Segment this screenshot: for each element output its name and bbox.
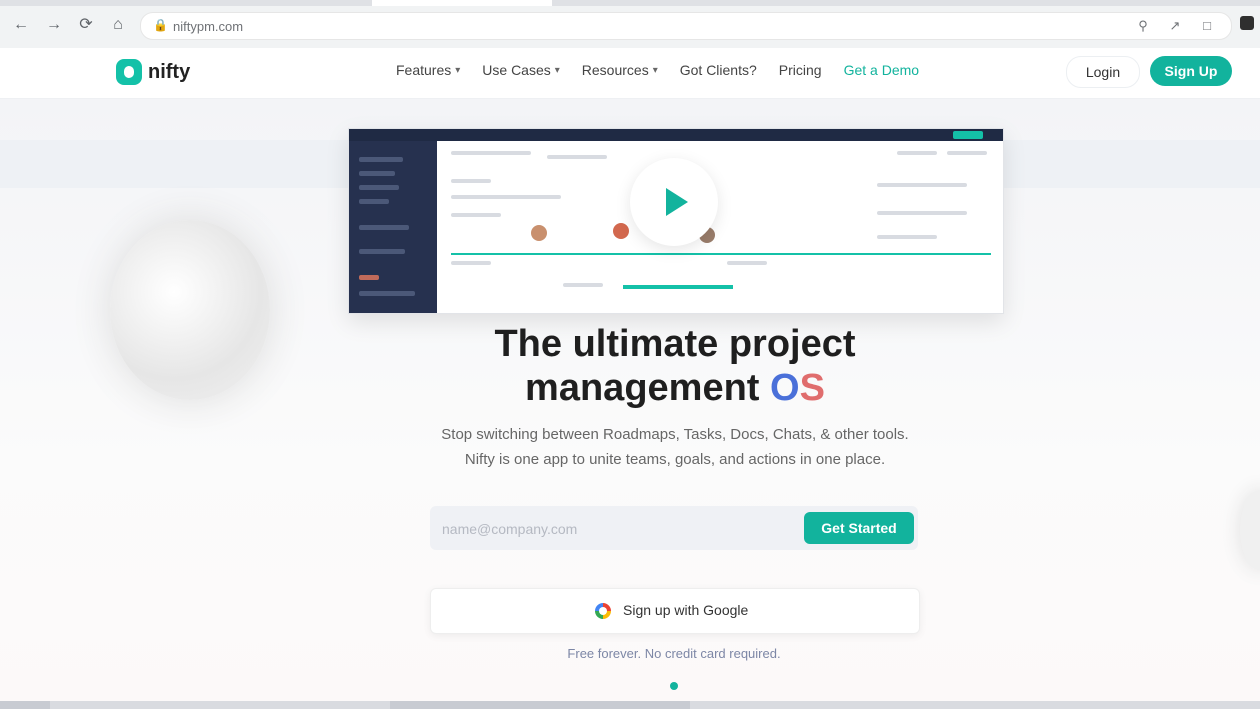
video-app-sidebar <box>349 141 437 313</box>
video-sidebar-line <box>359 291 415 296</box>
play-icon[interactable] <box>630 158 718 246</box>
signup-button[interactable]: Sign Up <box>1150 56 1232 86</box>
bottom-taskbar <box>0 701 1260 709</box>
video-content-line <box>563 283 603 287</box>
hero-subtitle: Stop switching between Roadmaps, Tasks, … <box>380 422 970 472</box>
video-app-topbar <box>349 129 1003 141</box>
forward-icon[interactable]: → <box>43 14 65 36</box>
video-content-line <box>547 155 607 159</box>
nav-resources[interactable]: Resources ▾ <box>582 62 658 78</box>
nav-get-a-demo-label: Get a Demo <box>843 62 920 78</box>
taskbar-segment <box>0 701 50 709</box>
hero-headline: The ultimate project management OS <box>330 322 1020 410</box>
nav-features[interactable]: Features ▾ <box>396 62 460 78</box>
video-content-line <box>947 151 987 155</box>
hero-headline-word: management <box>525 367 760 409</box>
video-content-line <box>877 235 937 239</box>
google-signup-label: Sign up with Google <box>623 602 749 618</box>
video-avatar <box>531 225 547 241</box>
nav-use-cases-label: Use Cases <box>482 62 551 78</box>
video-content-line <box>877 183 967 187</box>
nav-got-clients[interactable]: Got Clients? <box>680 62 757 78</box>
address-url[interactable]: niftypm.com <box>173 19 243 34</box>
video-highlight <box>623 285 733 289</box>
browser-toolbar: ← → ⟳ ⌂ 🔒 niftypm.com ⚲ ↗ □ <box>0 0 1260 49</box>
video-content-line <box>877 211 967 215</box>
decorative-orb <box>110 220 270 400</box>
video-content-line <box>451 151 531 155</box>
nav-pricing-label: Pricing <box>778 62 822 78</box>
lock-icon: 🔒 <box>153 18 168 32</box>
extension-icon[interactable]: □ <box>1199 18 1215 34</box>
address-bar[interactable]: 🔒 niftypm.com ⚲ ↗ □ <box>140 12 1232 40</box>
reload-icon[interactable]: ⟳ <box>75 14 97 36</box>
hero-headline-os-s: S <box>799 367 825 409</box>
video-sidebar-line <box>359 199 389 204</box>
hero-headline-line2: management OS <box>330 366 1020 410</box>
nav-got-clients-label: Got Clients? <box>679 62 757 78</box>
nav-get-a-demo[interactable]: Get a Demo <box>844 62 919 78</box>
video-sidebar-line <box>359 185 399 190</box>
video-sidebar-line <box>359 275 379 280</box>
login-button[interactable]: Login <box>1066 56 1140 88</box>
nav-use-cases[interactable]: Use Cases ▾ <box>482 62 560 78</box>
video-sidebar-line <box>359 225 409 230</box>
scroll-indicator-dot[interactable] <box>670 682 678 690</box>
hero-subtitle-line1: Stop switching between Roadmaps, Tasks, … <box>441 426 909 443</box>
video-app-content <box>437 141 1003 313</box>
google-signup-button[interactable]: Sign up with Google <box>430 588 920 634</box>
nav-resources-label: Resources <box>581 62 649 78</box>
video-sidebar-line <box>359 157 403 162</box>
profile-icon[interactable] <box>1240 16 1254 30</box>
nav-features-label: Features <box>396 62 452 78</box>
site-header: nifty Features ▾ Use Cases ▾ Resources ▾… <box>0 48 1260 99</box>
nav-pricing[interactable]: Pricing <box>779 62 822 78</box>
logo-icon <box>116 59 142 85</box>
video-content-line <box>451 261 491 265</box>
chevron-down-icon: ▾ <box>652 64 658 76</box>
share-icon[interactable]: ↗ <box>1167 18 1183 34</box>
back-icon[interactable]: ← <box>10 14 32 36</box>
video-badge <box>953 131 983 139</box>
get-started-button[interactable]: Get Started <box>804 512 914 544</box>
video-progress-line <box>451 253 991 255</box>
tab-strip <box>0 0 1260 6</box>
hero-subtitle-line2: Nifty is one app to unite teams, goals, … <box>464 451 886 468</box>
main-nav: Features ▾ Use Cases ▾ Resources ▾ Got C… <box>396 62 919 78</box>
logo[interactable]: nifty <box>116 57 190 87</box>
chevron-down-icon: ▾ <box>554 64 560 76</box>
free-forever-note: Free forever. No credit card required. <box>567 646 781 661</box>
google-icon <box>595 603 611 619</box>
video-content-line <box>897 151 937 155</box>
hero-headline-line1: The ultimate project <box>494 323 856 365</box>
hero-headline-os-o: O <box>770 367 800 409</box>
video-sidebar-line <box>359 249 405 254</box>
video-sidebar-line <box>359 171 395 176</box>
home-icon[interactable]: ⌂ <box>107 14 129 36</box>
video-content-line <box>727 261 767 265</box>
taskbar-segment <box>390 701 690 709</box>
tab-active[interactable] <box>372 0 552 6</box>
video-avatar <box>613 223 629 239</box>
video-content-line <box>451 195 561 199</box>
search-icon[interactable]: ⚲ <box>1135 18 1151 34</box>
logo-text: nifty <box>148 60 191 83</box>
chevron-down-icon: ▾ <box>455 64 461 76</box>
video-content-line <box>451 179 491 183</box>
video-content-line <box>451 213 501 217</box>
email-field[interactable] <box>440 506 804 552</box>
